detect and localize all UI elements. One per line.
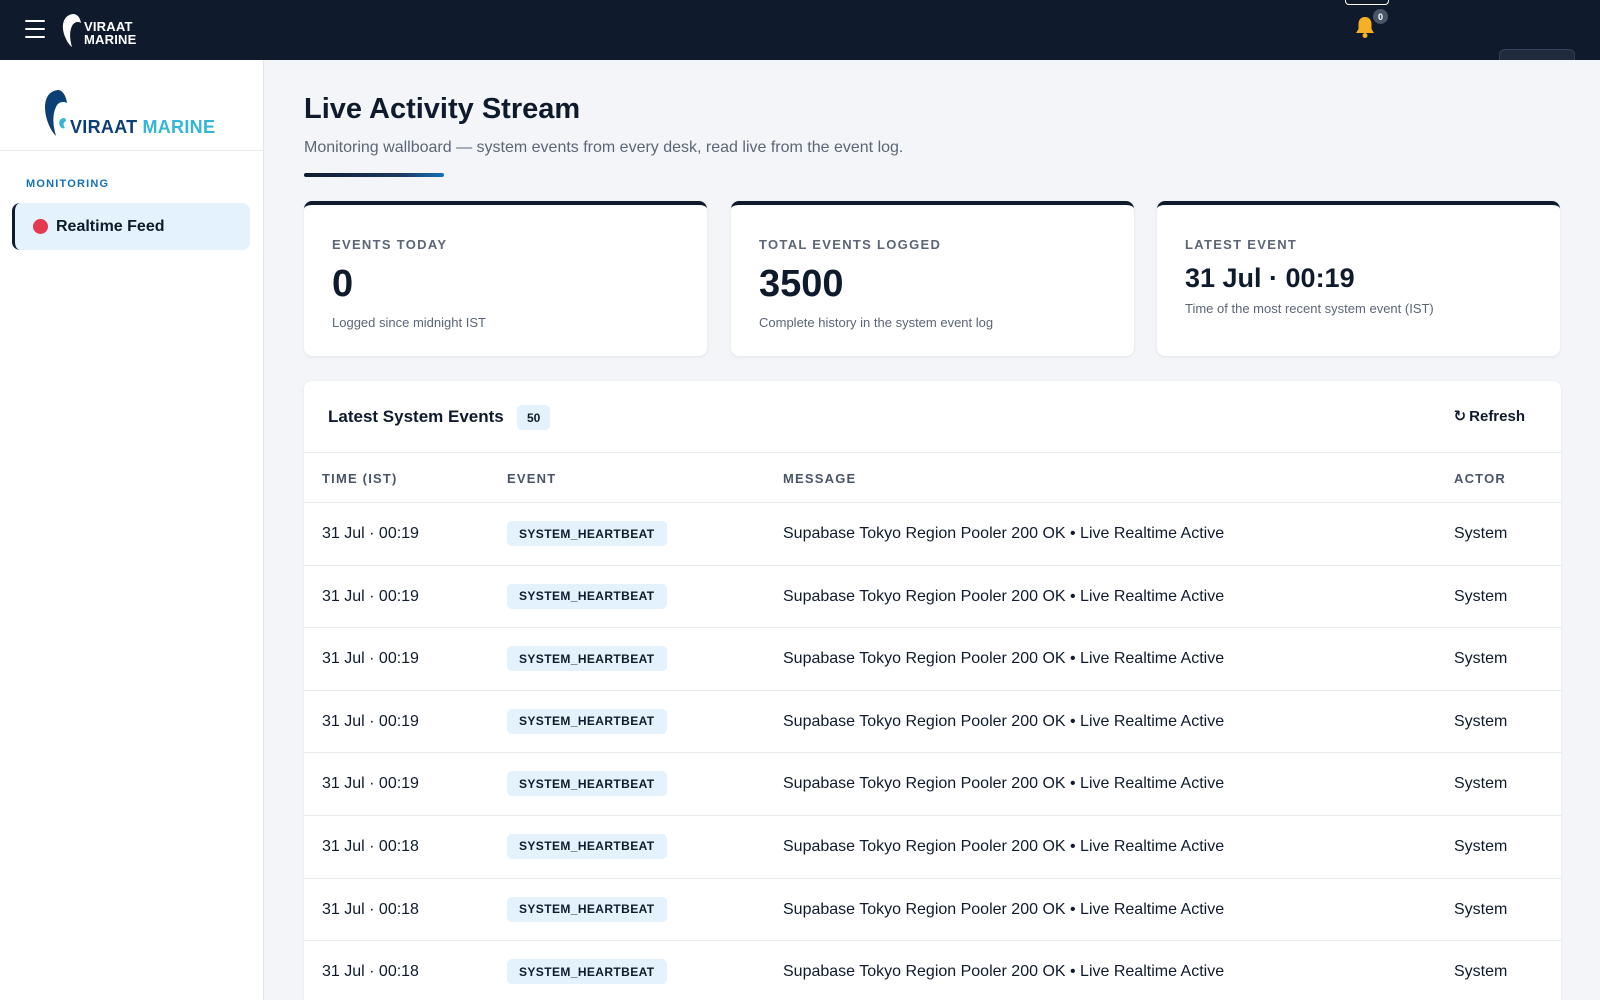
refresh-icon: ↻ [1453, 408, 1467, 425]
row-event-badge: SYSTEM_HEARTBEAT [507, 833, 667, 859]
top-app-bar: VIRAAT MARINE 0 [0, 0, 1600, 60]
table-row[interactable]: 31 Jul · 00:19 SYSTEM_HEARTBEAT Supabase T… [304, 628, 1561, 691]
stat-value: 31 Jul · 00:19 [1185, 263, 1355, 293]
row-actor: System [1454, 587, 1508, 605]
sidebar-item-label: Realtime Feed [56, 217, 165, 235]
row-time: 31 Jul · 00:19 [322, 650, 419, 668]
row-actor: System [1454, 837, 1508, 855]
row-time: 31 Jul · 00:19 [322, 587, 419, 605]
row-actor: System [1454, 963, 1508, 981]
table-row[interactable]: 31 Jul · 00:19 SYSTEM_HEARTBEAT Supabase T… [304, 753, 1561, 816]
events-panel-header: Latest System Events 50 ↻ Refresh [304, 381, 1561, 453]
table-body: 31 Jul · 00:19 SYSTEM_HEARTBEAT Supabase T… [304, 503, 1561, 1000]
sidebar-logo-word2: MARINE [142, 117, 216, 137]
row-message: Supabase Tokyo Region Pooler 200 OK • Li… [783, 900, 1225, 918]
column-header-event[interactable]: EVENT [507, 471, 556, 486]
stat-note: Complete history in the system event log [759, 315, 994, 330]
top-logo[interactable]: VIRAAT MARINE [60, 11, 136, 49]
table-header: TIME (IST) EVENT MESSAGE ACTOR [304, 453, 1561, 503]
sidebar: VIRAAT MARINE MONITORING Realtime Feed [0, 60, 264, 1000]
stat-value: 3500 [759, 263, 844, 305]
row-actor: System [1454, 900, 1508, 918]
table-row[interactable]: 31 Jul · 00:19 SYSTEM_HEARTBEAT Supabase T… [304, 503, 1561, 566]
hamburger-icon[interactable] [25, 20, 45, 38]
stat-card-events-today: EVENTS TODAY 0 Logged since midnight IST [304, 201, 707, 356]
wave-logo-icon [45, 90, 67, 136]
row-message: Supabase Tokyo Region Pooler 200 OK • Li… [783, 587, 1225, 605]
wave-logo-icon [62, 14, 81, 47]
sidebar-logo-word1: VIRAAT [70, 117, 138, 137]
stat-label: EVENTS TODAY [332, 237, 448, 252]
profile-tab[interactable] [1499, 49, 1575, 60]
stat-card-latest-event: LATEST EVENT 31 Jul · 00:19 Time of the … [1157, 201, 1560, 356]
row-time: 31 Jul · 00:19 [322, 712, 419, 730]
top-tab-indicator [1345, 0, 1389, 5]
status-dot-icon [33, 219, 48, 234]
row-time: 31 Jul · 00:18 [322, 837, 419, 855]
events-count-badge: 50 [517, 405, 551, 430]
row-actor: System [1454, 775, 1508, 793]
notification-count-badge: 0 [1372, 8, 1389, 25]
row-message: Supabase Tokyo Region Pooler 200 OK • Li… [783, 837, 1225, 855]
row-message: Supabase Tokyo Region Pooler 200 OK • Li… [783, 963, 1225, 981]
sidebar-logo[interactable]: VIRAAT MARINE [42, 78, 215, 138]
sidebar-divider [0, 150, 263, 151]
stat-label: TOTAL EVENTS LOGGED [759, 237, 942, 252]
table-row[interactable]: 31 Jul · 00:18 SYSTEM_HEARTBEAT Supabase T… [304, 816, 1561, 879]
row-time: 31 Jul · 00:19 [322, 775, 419, 793]
stat-note: Time of the most recent system event (IS… [1185, 301, 1434, 316]
row-event-badge: SYSTEM_HEARTBEAT [507, 646, 667, 672]
title-underline [304, 173, 444, 177]
row-time: 31 Jul · 00:18 [322, 900, 419, 918]
refresh-label: Refresh [1469, 407, 1525, 425]
row-event-badge: SYSTEM_HEARTBEAT [507, 583, 667, 609]
row-actor: System [1454, 650, 1508, 668]
row-event-badge: SYSTEM_HEARTBEAT [507, 708, 667, 734]
column-header-message[interactable]: MESSAGE [783, 471, 856, 486]
row-message: Supabase Tokyo Region Pooler 200 OK • Li… [783, 712, 1225, 730]
table-row[interactable]: 31 Jul · 00:18 SYSTEM_HEARTBEAT Supabase T… [304, 941, 1561, 1000]
sidebar-item-realtime-feed[interactable]: Realtime Feed [12, 203, 250, 250]
table-row[interactable]: 31 Jul · 00:19 SYSTEM_HEARTBEAT Supabase T… [304, 691, 1561, 754]
stat-value: 0 [332, 263, 354, 305]
row-time: 31 Jul · 00:18 [322, 963, 419, 981]
page-subtitle: Monitoring wallboard — system events fro… [304, 139, 904, 156]
row-message: Supabase Tokyo Region Pooler 200 OK • Li… [783, 525, 1225, 542]
page-title: Live Activity Stream [304, 93, 581, 125]
row-message: Supabase Tokyo Region Pooler 200 OK • Li… [783, 775, 1225, 793]
column-header-time[interactable]: TIME (IST) [322, 471, 398, 486]
stat-card-total-events: TOTAL EVENTS LOGGED 3500 Complete histor… [731, 201, 1134, 356]
table-row[interactable]: 31 Jul · 00:18 SYSTEM_HEARTBEAT Supabase T… [304, 879, 1561, 942]
row-time: 31 Jul · 00:19 [322, 525, 419, 542]
row-message: Supabase Tokyo Region Pooler 200 OK • Li… [783, 650, 1225, 668]
stat-note: Logged since midnight IST [332, 315, 486, 330]
sidebar-section-monitoring: MONITORING [26, 178, 110, 190]
row-event-badge: SYSTEM_HEARTBEAT [507, 896, 667, 922]
top-logo-line2: MARINE [84, 32, 137, 47]
row-event-badge: SYSTEM_HEARTBEAT [507, 771, 667, 797]
row-actor: System [1454, 712, 1508, 730]
refresh-button[interactable]: ↻ Refresh [1453, 407, 1525, 426]
events-panel: Latest System Events 50 ↻ Refresh TIME (… [304, 381, 1561, 1000]
notifications-button[interactable]: 0 [1354, 8, 1389, 43]
column-header-actor[interactable]: ACTOR [1454, 471, 1506, 486]
row-event-badge: SYSTEM_HEARTBEAT [507, 521, 667, 546]
stat-label: LATEST EVENT [1185, 237, 1298, 252]
table-row[interactable]: 31 Jul · 00:19 SYSTEM_HEARTBEAT Supabase T… [304, 566, 1561, 629]
events-panel-title: Latest System Events [328, 407, 504, 426]
row-event-badge: SYSTEM_HEARTBEAT [507, 959, 667, 985]
row-actor: System [1454, 525, 1508, 542]
